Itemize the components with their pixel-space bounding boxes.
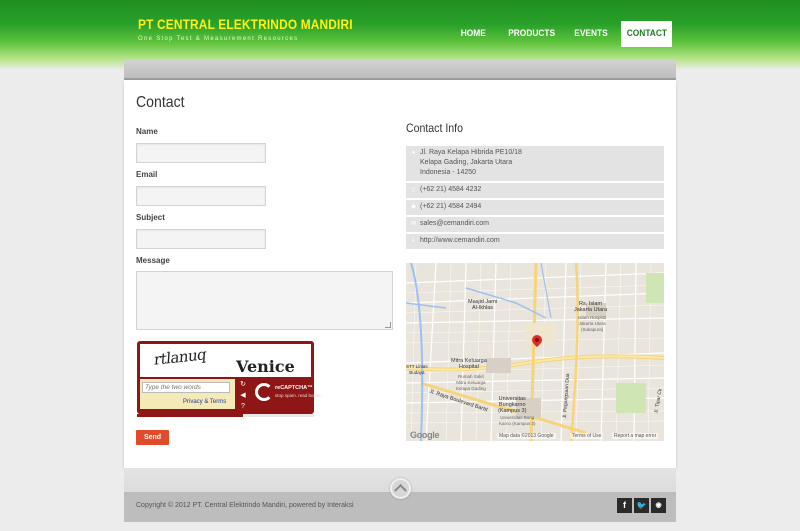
captcha-word-2: Venice bbox=[236, 357, 295, 376]
globe-icon: ◐ bbox=[411, 238, 416, 244]
map-label-rs-islam-en: Islam Hospital Jakarta Utara (Sukapura) bbox=[578, 315, 607, 332]
contact-info-title: Contact Info bbox=[406, 121, 463, 135]
main-nav: HOME PRODUCTS EVENTS CONTACT bbox=[452, 21, 672, 47]
page-title: Contact bbox=[136, 94, 185, 111]
location-icon: ● bbox=[411, 150, 416, 156]
google-map[interactable]: Masjid Jami Al-Ikhlas Rs. Islam Jakarta Ut… bbox=[406, 263, 664, 441]
scroll-top-button[interactable] bbox=[390, 478, 411, 499]
map-label-rs-islam: Rs. Islam Jakarta Utara bbox=[574, 301, 608, 313]
refresh-icon[interactable]: ↻ bbox=[237, 380, 249, 389]
fax-text: (+62 21) 4584 2494 bbox=[420, 203, 482, 210]
nav-home[interactable]: HOME bbox=[452, 21, 494, 47]
email-label: Email bbox=[136, 170, 158, 179]
captcha-controls: ↻ ◀ ? bbox=[237, 380, 251, 413]
map-terms-link[interactable]: Terms of Use bbox=[570, 433, 604, 439]
email-link[interactable]: sales@cemandiri.com bbox=[420, 219, 489, 229]
brand-tagline: One Stop Test & Measurement Resources bbox=[138, 36, 299, 42]
nav-events[interactable]: EVENTS bbox=[570, 21, 612, 47]
chevron-up-icon bbox=[394, 483, 407, 497]
brand[interactable]: PT CENTRAL ELEKTRINDO MANDIRI One Stop T… bbox=[138, 17, 382, 42]
subject-label: Subject bbox=[136, 213, 165, 222]
nav-products[interactable]: PRODUCTS bbox=[498, 21, 566, 47]
facebook-icon[interactable]: f bbox=[617, 498, 632, 513]
header-band bbox=[124, 60, 676, 80]
map-label-ubk-sub: Universitas Bung Karno (Kampus 3) bbox=[499, 415, 536, 426]
website-row: ◐ http://www.cemandiri.com bbox=[406, 234, 664, 249]
brand-title: PT CENTRAL ELEKTRINDO MANDIRI bbox=[138, 17, 353, 32]
recaptcha-widget: rtlanuq Venice Privacy & Terms ↻ ◀ ? reC… bbox=[137, 341, 322, 414]
map-footer: Map data ©2013 Google Terms of Use Repor… bbox=[406, 432, 664, 441]
map-report-link[interactable]: Report a map error bbox=[612, 433, 659, 439]
address-line-2: Kelapa Gading, Jakarta Utara bbox=[420, 159, 513, 166]
captcha-word-1: rtlanuq bbox=[153, 345, 207, 369]
map-data-credit: Map data ©2013 Google bbox=[497, 433, 556, 439]
captcha-input[interactable] bbox=[142, 382, 230, 393]
envelope-icon: ✉ bbox=[410, 221, 417, 227]
help-icon[interactable]: ? bbox=[237, 402, 249, 411]
message-textarea[interactable] bbox=[136, 271, 393, 330]
fax-row: ◆ (+62 21) 4584 2494 bbox=[406, 200, 664, 215]
map-label-mitra-sub: Rumah Sakit Mitra Keluarga Kelapa Gading bbox=[456, 374, 486, 391]
captcha-image: rtlanuq Venice bbox=[140, 344, 311, 377]
email-row: ✉ sales@cemandiri.com bbox=[406, 217, 664, 232]
message-label: Message bbox=[136, 256, 170, 265]
copyright-text: Copyright © 2012 PT. Central Elektrindo … bbox=[136, 502, 354, 509]
subject-input[interactable] bbox=[136, 229, 266, 249]
map-label-stt: STT Lintas Budaya bbox=[406, 364, 428, 375]
recaptcha-logo-icon bbox=[255, 383, 273, 401]
email-input[interactable] bbox=[136, 186, 266, 206]
address-line-3: Indonesia - 14250 bbox=[420, 169, 477, 176]
address-line-1: Jl. Raya Kelapa Hibrida PE10/18 bbox=[420, 149, 522, 156]
twitter-icon[interactable]: 🐦 bbox=[634, 498, 649, 513]
recaptcha-logo-text: reCAPTCHA™ bbox=[275, 385, 313, 391]
phone-icon: ▯ bbox=[411, 187, 416, 193]
phone-row: ▯ (+62 21) 4584 4232 bbox=[406, 183, 664, 198]
captcha-stripe bbox=[137, 414, 314, 417]
website-link[interactable]: http://www.cemandiri.com bbox=[420, 236, 500, 246]
rss-icon[interactable]: ◉ bbox=[651, 498, 666, 513]
map-label-masjid: Masjid Jami Al-Ikhlas bbox=[468, 299, 498, 311]
fax-icon: ◆ bbox=[411, 204, 416, 210]
phone-text: (+62 21) 4584 4232 bbox=[420, 186, 482, 193]
address-row: ● Jl. Raya Kelapa Hibrida PE10/18 Kelapa… bbox=[406, 146, 664, 181]
name-input[interactable] bbox=[136, 143, 266, 163]
social-links: f 🐦 ◉ bbox=[615, 498, 666, 513]
main-content: Contact Name Email Subject Message rtlan… bbox=[124, 80, 676, 468]
recaptcha-logo-sub: stop spam. read books. bbox=[275, 393, 322, 398]
captcha-privacy-link[interactable]: Privacy & Terms bbox=[183, 399, 226, 405]
nav-contact[interactable]: CONTACT bbox=[621, 21, 672, 47]
site-footer: Copyright © 2012 PT. Central Elektrindo … bbox=[124, 478, 676, 522]
recaptcha-logo: reCAPTCHA™ stop spam. read books. bbox=[255, 381, 322, 409]
map-label-ubk: Universitas Bungkarno (Kampus 3) bbox=[498, 396, 527, 414]
name-label: Name bbox=[136, 127, 158, 136]
resize-handle-icon[interactable] bbox=[385, 322, 391, 328]
audio-icon[interactable]: ◀ bbox=[237, 391, 249, 400]
map-label-mitra: Mitra Keluarga Hospital bbox=[451, 358, 487, 370]
send-button[interactable]: Send bbox=[136, 430, 169, 445]
